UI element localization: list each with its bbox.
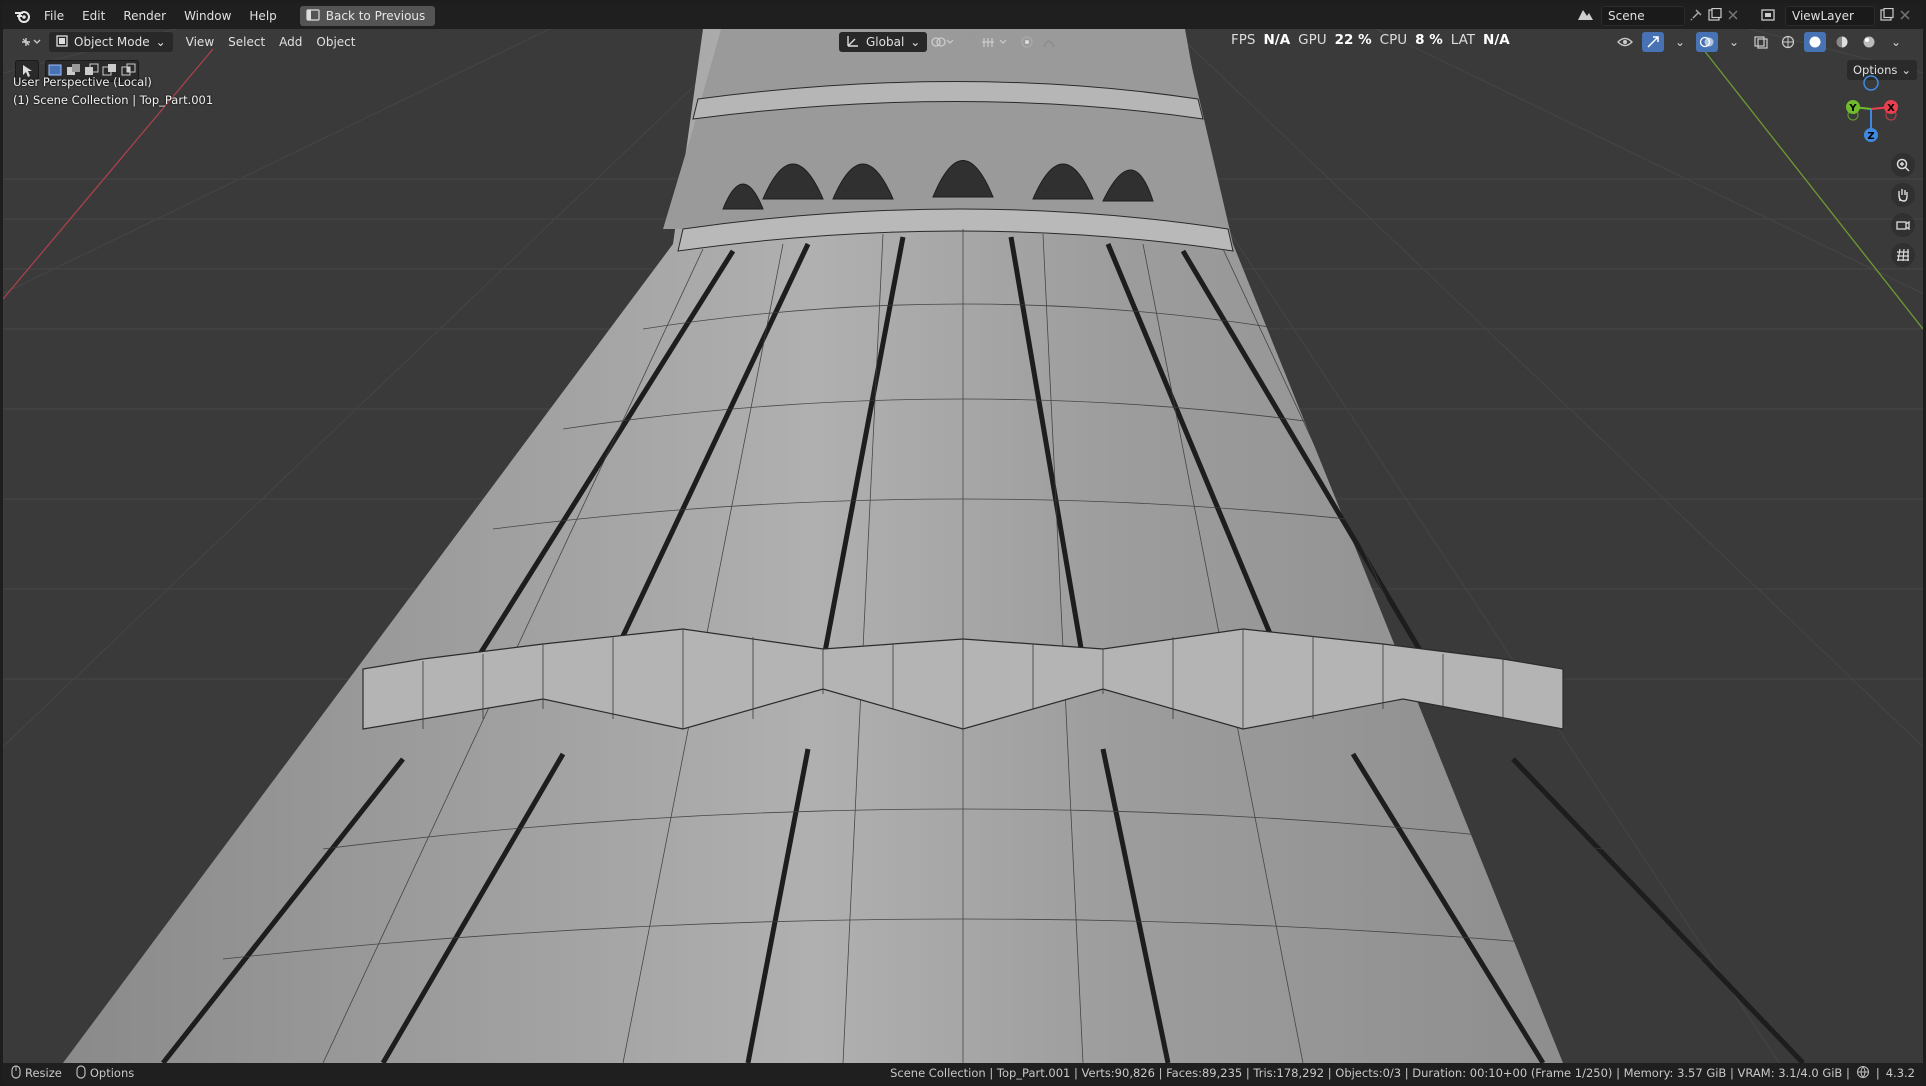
- top-menu-bar: File Edit Render Window Help Back to Pre…: [3, 3, 1923, 29]
- new-scene-icon[interactable]: [1707, 7, 1723, 25]
- object-mode-label: Object Mode: [74, 35, 150, 49]
- navigation-controls: [1891, 153, 1915, 267]
- zoom-icon[interactable]: [1891, 153, 1915, 177]
- pin-icon[interactable]: [1689, 8, 1703, 25]
- options-hint: Options: [76, 1064, 135, 1082]
- fps-value: N/A: [1263, 32, 1291, 48]
- snap-icon[interactable]: [957, 32, 1017, 52]
- gizmo-y-label: Y: [1848, 103, 1857, 114]
- resize-hint: Resize: [11, 1064, 62, 1082]
- lat-label: LAT: [1450, 32, 1476, 48]
- mouse-icon: [76, 1064, 86, 1082]
- shading-solid-icon[interactable]: [1804, 32, 1826, 52]
- navigation-gizmo[interactable]: X Y Z: [1833, 69, 1909, 149]
- gpu-label: GPU: [1298, 32, 1327, 48]
- rendered-shading-icon[interactable]: [1858, 32, 1880, 52]
- menu-render[interactable]: Render: [114, 3, 175, 29]
- menu-add[interactable]: Add: [272, 32, 309, 52]
- grid-icon[interactable]: [1891, 243, 1915, 267]
- menu-window[interactable]: Window: [175, 3, 240, 29]
- chevron-down-icon[interactable]: ⌄: [1669, 32, 1691, 52]
- object-mode-dropdown[interactable]: Object Mode ⌄: [49, 32, 173, 52]
- scene-stats: Scene Collection | Top_Part.001 | Verts:…: [890, 1065, 1915, 1082]
- viewport-right-header: ⌄ ⌄ ⌄: [1615, 32, 1907, 52]
- blender-logo-icon[interactable]: [9, 3, 35, 29]
- gizmo-z-label: Z: [1867, 131, 1874, 142]
- chevron-down-icon[interactable]: ⌄: [1885, 32, 1907, 52]
- editor-type-icon[interactable]: [13, 32, 49, 52]
- view-layer-name-field[interactable]: ViewLayer: [1785, 6, 1875, 26]
- orientation-icon: [846, 34, 860, 51]
- view-layer-selector[interactable]: ViewLayer: [1759, 6, 1911, 26]
- blender-window: File Edit Render Window Help Back to Pre…: [3, 3, 1923, 1083]
- proportional-icon[interactable]: [1013, 32, 1071, 52]
- gizmo-x-label: X: [1887, 103, 1895, 114]
- options-hint-label: Options: [89, 1066, 135, 1080]
- 3d-viewport[interactable]: Object Mode ⌄ View Select Add Object Glo…: [3, 29, 1923, 1063]
- scene-icon[interactable]: [1575, 7, 1597, 26]
- close-scene-icon[interactable]: [1727, 9, 1739, 24]
- viewport-render: [3, 29, 1923, 1063]
- menu-help[interactable]: Help: [240, 3, 285, 29]
- chevron-down-icon: ⌄: [155, 35, 166, 49]
- scene-name-field[interactable]: Scene: [1601, 6, 1685, 26]
- scene-stats-text: Scene Collection | Top_Part.001 | Verts:…: [890, 1066, 1850, 1080]
- fps-label: FPS: [1231, 32, 1256, 48]
- menu-edit[interactable]: Edit: [73, 3, 114, 29]
- visibility-icon[interactable]: [1615, 32, 1637, 52]
- menu-file[interactable]: File: [35, 3, 73, 29]
- viewport-info: User Perspective (Local) (1) Scene Colle…: [13, 73, 213, 109]
- gizmo-icon[interactable]: [1642, 32, 1664, 52]
- gpu-value: 22 %: [1334, 32, 1372, 48]
- lat-value: N/A: [1483, 32, 1510, 48]
- resize-label: Resize: [25, 1066, 62, 1080]
- viewport-header: Object Mode ⌄ View Select Add Object Glo…: [3, 29, 1923, 55]
- performance-overlay: FPS N/A GPU 22 % CPU 8 % LAT N/A: [1231, 29, 1510, 51]
- new-view-layer-icon[interactable]: [1879, 7, 1895, 25]
- menu-view[interactable]: View: [179, 32, 221, 52]
- cpu-value: 8 %: [1415, 32, 1443, 48]
- overlay-icon[interactable]: [1696, 32, 1718, 52]
- view-name-text: User Perspective (Local): [13, 75, 152, 89]
- cpu-label: CPU: [1379, 32, 1408, 48]
- scene-selector[interactable]: Scene: [1575, 6, 1739, 26]
- material-shading-icon[interactable]: [1831, 32, 1853, 52]
- view-layer-icon[interactable]: [1759, 7, 1781, 26]
- menu-select[interactable]: Select: [221, 32, 272, 52]
- chevron-down-icon[interactable]: ⌄: [1723, 32, 1745, 52]
- status-bar: Resize Options Scene Collection | Top_Pa…: [3, 1063, 1923, 1083]
- status-hints: Resize Options: [11, 1064, 135, 1082]
- back-icon: [306, 8, 320, 24]
- back-to-previous-button[interactable]: Back to Previous: [299, 6, 436, 26]
- mouse-icon: [11, 1064, 21, 1082]
- back-to-previous-label: Back to Previous: [325, 9, 426, 23]
- menu-object[interactable]: Object: [309, 32, 362, 52]
- version-divider: |: [1875, 1066, 1880, 1080]
- transform-orientation-label: Global: [866, 35, 905, 49]
- wireframe-shading-icon[interactable]: [1777, 32, 1799, 52]
- pan-icon[interactable]: [1891, 183, 1915, 207]
- object-mode-icon: [56, 34, 68, 50]
- collection-text: (1) Scene Collection | Top_Part.001: [13, 93, 214, 107]
- xray-icon[interactable]: [1750, 32, 1772, 52]
- globe-icon: [1856, 1065, 1870, 1082]
- close-view-layer-icon[interactable]: [1899, 9, 1911, 24]
- camera-icon[interactable]: [1891, 213, 1915, 237]
- version-text: 4.3.2: [1885, 1066, 1915, 1080]
- transform-orientation-dropdown[interactable]: Global ⌄: [839, 32, 928, 52]
- chevron-down-icon: ⌄: [910, 35, 921, 49]
